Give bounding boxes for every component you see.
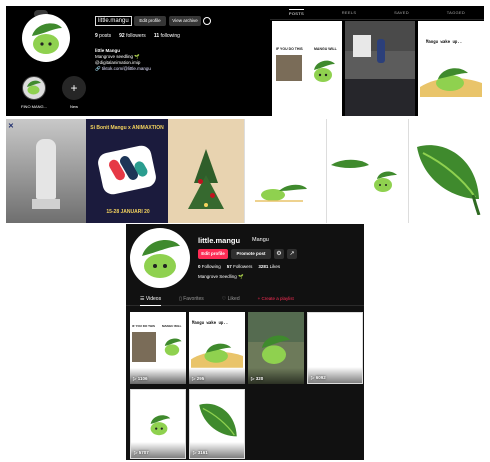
mangu-character-icon: [142, 240, 180, 278]
banner-date: 15-28 JANUARI 20: [106, 209, 150, 215]
plus-icon: +: [62, 76, 86, 100]
tiktok-stats: 0 Following 57 Followers 3281 Likes: [198, 264, 280, 269]
post-caption: Mangu wake up..: [426, 39, 463, 44]
view-count: ▷ 320: [251, 376, 264, 381]
tab-saved[interactable]: SAVED: [394, 10, 409, 15]
tab-liked[interactable]: ♡ Liked: [222, 296, 240, 302]
post-caption: MANGU WILL: [314, 47, 337, 51]
video-thumbnail[interactable]: ▷ 320: [248, 312, 304, 384]
promote-post-button[interactable]: Promote post: [231, 249, 271, 259]
sleeping-mangu-illustration: [420, 68, 482, 97]
video-caption: IF YOU DO THIS: [132, 324, 155, 328]
view-archive-button[interactable]: View archive: [169, 16, 201, 26]
mangu-character-icon: [331, 159, 397, 192]
mangu-character-icon: [164, 338, 182, 356]
post-thumbnail[interactable]: [345, 21, 415, 116]
video-thumbnail[interactable]: ▷ 6092: [307, 312, 363, 384]
sleeping-mangu-illustration: [191, 343, 243, 368]
tab-videos[interactable]: ☰ Videos: [140, 296, 162, 306]
view-count: ▷ 6092: [311, 375, 326, 380]
following-stat[interactable]: 11 following: [154, 33, 180, 39]
tab-reels[interactable]: REELS: [342, 10, 357, 15]
mangu-character-icon: [27, 80, 41, 95]
tiktok-handle: little.mangu: [198, 236, 241, 245]
mangu-character-icon: [150, 415, 171, 436]
post-thumbnail[interactable]: [408, 119, 484, 223]
tab-favorites[interactable]: ▯ Favorites: [179, 296, 204, 302]
tiktok-tabs: ☰ Videos ▯ Favorites ♡ Liked + Create a …: [126, 292, 364, 306]
view-count: ▷ 3161: [193, 450, 208, 455]
post-caption: IF YOU DO THIS: [276, 47, 303, 51]
tiktok-nickname: Mangu: [252, 237, 269, 243]
big-leaf-illustration: [417, 145, 481, 215]
tab-tagged[interactable]: TAGGED: [447, 10, 465, 15]
mangu-character-icon: [314, 60, 335, 82]
highlight-label: New: [69, 104, 78, 109]
highlight-fino[interactable]: FINO MANG...: [14, 76, 54, 109]
post-thumbnail[interactable]: ✕: [6, 119, 86, 223]
close-icon: ✕: [8, 123, 14, 130]
following-stat[interactable]: 0 Following: [198, 264, 221, 269]
mangu-character-icon: [32, 23, 62, 54]
instagram-username: little.mangu: [95, 16, 132, 26]
highlight-new[interactable]: + New: [54, 76, 94, 109]
instagram-bio: little Mangu Mangrove seedling 🌱 @digita…: [95, 48, 151, 72]
posts-stat[interactable]: 9 posts: [95, 33, 111, 39]
instagram-profile-header: little.mangu Edit profile View archive 9…: [6, 6, 270, 116]
edit-profile-button[interactable]: Edit profile: [134, 16, 166, 26]
post-thumbnail[interactable]: [326, 119, 408, 223]
bio-link[interactable]: 🔗 tiktok.com/@little.mangu: [95, 66, 151, 72]
view-count: ▷ 1106: [133, 376, 148, 381]
followers-stat[interactable]: 57 Followers: [227, 264, 253, 269]
video-thumbnail[interactable]: ▷ 5707: [130, 389, 186, 459]
highlight-label: FINO MANG...: [21, 104, 47, 109]
video-thumbnail[interactable]: Mangu wake up.. ▷ 295: [189, 312, 245, 384]
video-thumbnail[interactable]: IF YOU DO THIS MANGU WILL ▷ 1106: [130, 312, 186, 384]
view-count: ▷ 295: [192, 376, 205, 381]
big-leaf-illustration: [199, 403, 237, 437]
instagram-tabs: POSTS REELS SAVED TAGGED: [270, 6, 484, 20]
tiktok-bio: Mangrove Seedling 🌱: [198, 274, 244, 279]
instagram-stats: 9 posts 92 followers 11 following: [95, 33, 180, 39]
post-thumbnail[interactable]: [244, 119, 326, 223]
create-playlist-link[interactable]: + Create a playlist: [258, 296, 294, 301]
instagram-avatar[interactable]: [22, 14, 70, 62]
view-count: ▷ 5707: [134, 450, 149, 455]
edit-profile-button[interactable]: Edit profile: [198, 249, 228, 259]
post-thumbnail[interactable]: IF YOU DO THIS MANGU WILL: [272, 21, 342, 116]
post-thumbnail[interactable]: [168, 119, 244, 223]
video-thumbnail[interactable]: ▷ 3161: [189, 389, 245, 459]
mangu-lying-illustration: [255, 184, 307, 202]
highlight-cover: [22, 76, 46, 100]
mangu-character-icon: [262, 335, 290, 364]
photo-panel: [276, 55, 302, 81]
post-thumbnail[interactable]: Mangu wake up..: [418, 21, 484, 116]
banner-title: Si Bonit Mangu x ANIMAXTION: [90, 125, 164, 131]
post-thumbnail[interactable]: Si Bonit Mangu x ANIMAXTION 15-28 JANUAR…: [86, 119, 168, 223]
share-icon[interactable]: ↗: [287, 249, 297, 259]
settings-gear-icon[interactable]: ⚙: [274, 249, 284, 259]
video-caption: Mangu wake up..: [192, 320, 229, 325]
video-caption: MANGU WILL: [162, 324, 182, 328]
tiktok-avatar[interactable]: [130, 228, 190, 288]
likes-stat: 3281 Likes: [258, 264, 281, 269]
tab-posts[interactable]: POSTS: [288, 9, 304, 16]
followers-stat[interactable]: 92 followers: [119, 33, 146, 39]
settings-gear-icon[interactable]: [203, 17, 211, 25]
